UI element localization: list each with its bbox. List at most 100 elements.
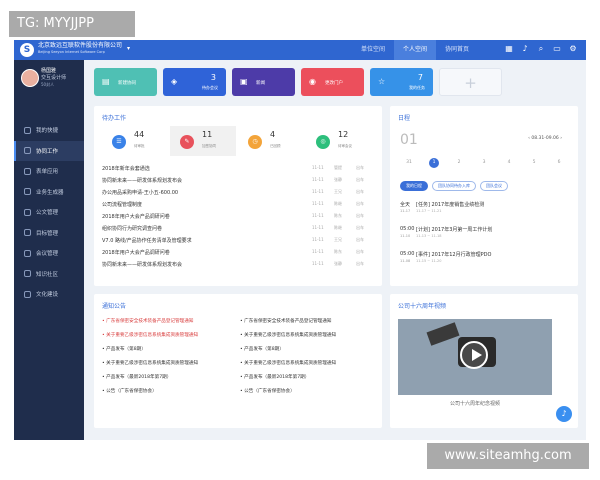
sidebar-item-documents[interactable]: 公文管理 [14, 202, 84, 223]
video-player[interactable] [398, 319, 552, 395]
sidebar-item-collab[interactable]: 协同工作 [14, 140, 84, 161]
table-row[interactable]: 办公用品采购申请-王小五-600.00 11-11 王兄 出车 [102, 187, 374, 198]
todo-item-title: V7.0 路线/产品协作任务清单及管理要求 [102, 238, 192, 244]
sidebar-item-label: 知识社区 [36, 271, 59, 278]
day-cell[interactable]: 1 [429, 158, 439, 168]
todo-item-title: 办公用品采购申请-王小五-600.00 [102, 190, 179, 196]
entry-text: [计划] 2017年3月第一周工作计划 [416, 227, 493, 233]
sidebar-item-culture[interactable]: 文化建设 [14, 284, 84, 305]
todo-item-title: 公司流程管理制度 [102, 202, 143, 208]
tile-portal[interactable]: ◉ 更改门户 [301, 68, 364, 96]
tile-news[interactable]: ▣ 新闻 [232, 68, 295, 96]
filter-team-todo[interactable]: 团队协同待办入库 [432, 181, 476, 191]
entry-time: 05:00 [400, 251, 415, 257]
todo-item-time: 11-11 [312, 165, 324, 170]
table-row[interactable]: V7.0 路线/产品协作任务清单及管理要求 11-11 王兄 出车 [102, 235, 374, 246]
stat-meetings[interactable]: ◎ 12 待审会议 [306, 126, 372, 156]
table-row[interactable]: 协同新未来——研发体系规划发布会 11-11 张静 出车 [102, 259, 374, 270]
table-row[interactable]: 组织协同行为研究调查问卷 11-11 陈继 出车 [102, 223, 374, 234]
day-cell[interactable]: 2 [454, 158, 464, 168]
stat-num: 4 [270, 130, 276, 139]
stat-countersign[interactable]: ✎ 11 加签协同 [170, 126, 236, 156]
day-cell[interactable]: 4 [504, 158, 514, 168]
sidebar-item-business[interactable]: 业务生成器 [14, 182, 84, 203]
table-row[interactable]: 2018年用户大会产品调研问卷 11-11 陈东 出车 [102, 211, 374, 222]
big-date: 01 [400, 132, 418, 148]
todo-item-person: 陈继 [334, 225, 342, 230]
stat-label: 待审批 [134, 144, 145, 148]
add-tile-button[interactable]: + [439, 68, 502, 96]
entry-time: 05:00 [400, 226, 415, 232]
table-row[interactable]: 公司流程管理制度 11-11 陈继 出车 [102, 199, 374, 210]
news-icon: ▣ [240, 77, 248, 86]
todo-item-person: 王兄 [334, 237, 342, 242]
entry-text: [事件] 2017年12月行政管理PDO [416, 252, 492, 258]
sidebar-item-forms[interactable]: 表单应用 [14, 161, 84, 182]
list-item[interactable]: • 产品发布（第8期） [240, 346, 374, 352]
sidebar-item-meetings[interactable]: 会议管理 [14, 243, 84, 264]
stat-reviewed[interactable]: ◷ 4 已回顾 [238, 126, 304, 156]
meetings-icon: ◎ [316, 135, 330, 149]
list-item[interactable]: • 关于重要乙级涉密信息系统集成资质管理通知 [102, 360, 236, 366]
table-row[interactable]: 协同新未来——研发体系规划发布会 11-11 张静 出车 [102, 175, 374, 186]
sidebar-item-knowledge[interactable]: 知识社区 [14, 264, 84, 285]
apps-icon[interactable]: ▦ [504, 44, 514, 54]
todo-item-status: 出车 [356, 177, 364, 182]
stat-pending[interactable]: ☰ 44 待审批 [102, 126, 168, 156]
list-item[interactable]: • 公告（广东省保密协会） [102, 388, 236, 394]
day-cell[interactable]: 6 [554, 158, 564, 168]
sidebar-item-goals[interactable]: 目标管理 [14, 223, 84, 244]
table-row[interactable]: 2018年用户大会产品调研问卷 11-11 陈东 出车 [102, 247, 374, 258]
watermark-bottom-right: www.siteamhg.com [427, 443, 589, 469]
schedule-entry[interactable]: 05:00 11-08 [事件] 2017年12月行政管理PDO 11-15 ~… [400, 249, 560, 269]
filter-my-schedule[interactable]: 我的日程 [400, 181, 428, 191]
chevron-right-icon[interactable]: › [559, 136, 562, 141]
table-row[interactable]: 2018年新年会套通选 11-11 管提 出车 [102, 163, 374, 174]
list-item[interactable]: • 关于重要乙级涉密信息系统集成资质管理通知 [240, 360, 374, 366]
week-days: 31 1 2 3 4 5 6 [404, 158, 564, 168]
search-icon[interactable]: ⌕ [536, 44, 546, 54]
schedule-entry[interactable]: 全天 11-17 [任务] 2017年度销售业绩检测 11-17 ~ 11-21 [400, 199, 560, 219]
tile-meetings[interactable]: ◈ 3 待办会议 [163, 68, 226, 96]
avatar[interactable] [21, 69, 39, 87]
notification-bell-icon[interactable]: ♪ [556, 406, 572, 422]
list-item[interactable]: • 公告（广东省保密协会） [240, 388, 374, 394]
tile-label: 新闻 [256, 81, 265, 86]
todo-item-time: 11-11 [312, 201, 324, 206]
list-item[interactable]: • 产品发布（第8期） [102, 346, 236, 352]
chat-icon[interactable]: ▭ [552, 44, 562, 54]
nav-collab-home[interactable]: 协同首页 [436, 40, 478, 60]
list-item[interactable]: • 产品发布（最新2018年第7期） [240, 374, 374, 380]
play-icon[interactable] [460, 341, 488, 369]
nav-personal-space[interactable]: 个人空间 [394, 40, 437, 60]
meeting-icon: ◈ [171, 77, 178, 86]
list-item[interactable]: • 广东省保密安全技术装备产品登记管理通知 [240, 318, 374, 324]
schedule-filters: 我的日程 团队协同待办入库 团队会议 [400, 181, 508, 191]
schedule-entry[interactable]: 05:00 11-10 [计划] 2017年3月第一周工作计划 11-13 ~ … [400, 224, 560, 244]
todo-item-person: 陈继 [334, 201, 342, 206]
filter-team-meeting[interactable]: 团队会议 [480, 181, 508, 191]
settings-icon[interactable]: ⚙ [568, 44, 578, 54]
list-item[interactable]: • 关于重要乙级涉密信息系统集成资质管理通知 [102, 332, 236, 338]
date-range[interactable]: ‹ 08.31-09.06 › [528, 136, 562, 141]
sidebar-item-label: 会议管理 [36, 251, 59, 258]
todo-item-time: 11-11 [312, 261, 324, 266]
day-cell[interactable]: 3 [479, 158, 489, 168]
entry-sub: 11-13 ~ 11-18 [416, 234, 442, 238]
bell-icon[interactable]: ♪ [520, 44, 530, 54]
chevron-down-icon[interactable]: ▾ [127, 45, 130, 52]
day-cell[interactable]: 31 [404, 158, 414, 168]
sidebar-item-label: 目标管理 [36, 230, 59, 237]
list-item[interactable]: • 广东省保密安全技术装备产品登记管理通知 [102, 318, 236, 324]
sidebar-item-shortcuts[interactable]: 我的快捷 [14, 120, 84, 141]
portal-icon: ◉ [309, 77, 316, 86]
tile-new-collab[interactable]: ▤ 新建协同 [94, 68, 157, 96]
list-item[interactable]: • 产品发布（最新2018年第7期） [102, 374, 236, 380]
day-cell[interactable]: 5 [529, 158, 539, 168]
list-item[interactable]: • 关于重要乙级涉密信息系统集成资质管理通知 [240, 332, 374, 338]
sidebar-item-label: 业务生成器 [36, 189, 64, 196]
company-name-cn: 北京致远互联软件股份有限公司 [38, 42, 123, 49]
nav-unit-space[interactable]: 单位空间 [352, 40, 394, 60]
todo-item-title: 协同新未来——研发体系规划发布会 [102, 178, 183, 184]
tile-tasks[interactable]: ☆ 7 我的任务 [370, 68, 433, 96]
